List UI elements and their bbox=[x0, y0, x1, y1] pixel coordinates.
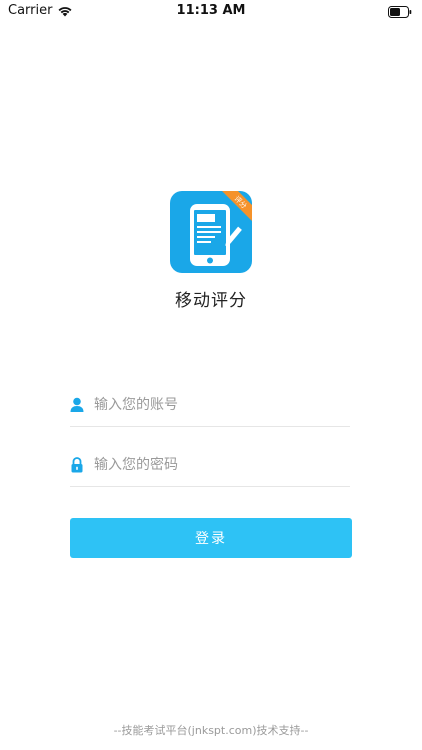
lock-icon bbox=[71, 456, 83, 472]
battery-icon bbox=[388, 6, 412, 18]
password-input[interactable] bbox=[94, 449, 334, 480]
account-input[interactable] bbox=[94, 389, 334, 420]
footer-credit: --技能考试平台(jnkspt.com)技术支持-- bbox=[113, 724, 309, 737]
login-screen: Carrier 11:13 AM 评分 移动评分 输入您的账号 登录 --技能考… bbox=[0, 0, 422, 750]
password-field[interactable] bbox=[70, 443, 350, 487]
status-time: 11:13 AM bbox=[176, 3, 246, 18]
login-button-label: 登录 bbox=[195, 531, 227, 547]
login-button[interactable]: 登录 bbox=[70, 518, 352, 558]
account-field[interactable] bbox=[70, 383, 350, 427]
app-title: 移动评分 bbox=[175, 291, 247, 311]
app-logo: 评分 bbox=[170, 191, 252, 273]
status-bar: Carrier 11:13 AM bbox=[0, 0, 422, 24]
user-icon bbox=[70, 397, 84, 412]
